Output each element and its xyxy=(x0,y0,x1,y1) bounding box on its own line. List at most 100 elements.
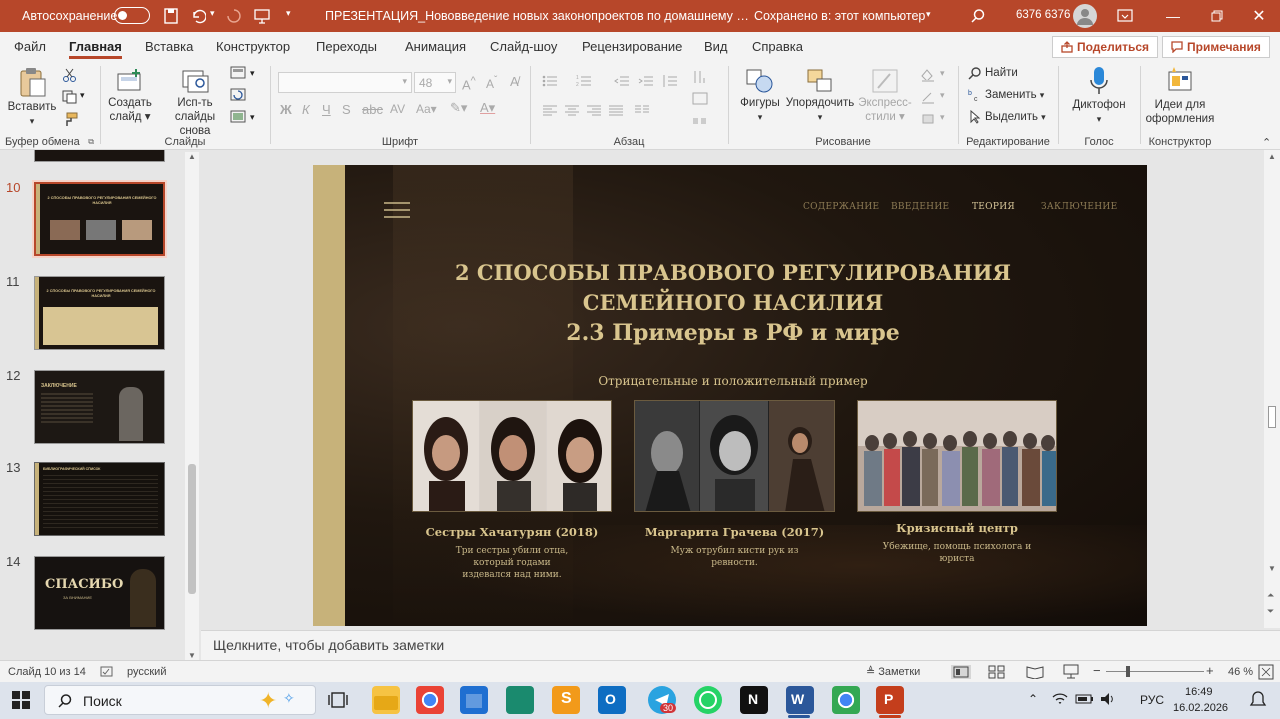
collapse-ribbon-icon[interactable]: ⌃ xyxy=(1262,136,1271,149)
previous-slide-icon[interactable]: ⏶ xyxy=(1267,590,1274,601)
decrease-indent-icon[interactable] xyxy=(614,74,630,88)
shape-outline-dropdown-icon[interactable]: ▾ xyxy=(940,90,945,101)
slide-nav-theory[interactable]: ТЕОРИЯ xyxy=(972,202,1015,212)
align-right-icon[interactable] xyxy=(586,104,602,118)
slide-nav-contents[interactable]: СОДЕРЖАНИЕ xyxy=(803,202,879,212)
editor-scrollbar[interactable]: ▲ ▼ ⏶ ⏷ xyxy=(1264,150,1280,628)
decrease-font-icon[interactable]: Aˇ xyxy=(486,75,497,91)
undo-dropdown-icon[interactable]: ▾ xyxy=(210,8,215,19)
slide-sorter-icon[interactable] xyxy=(988,665,1006,679)
language-indicator[interactable]: русский xyxy=(127,666,166,678)
clipboard-launcher-icon[interactable]: ⧉ xyxy=(88,137,94,147)
chrome-profile-icon[interactable] xyxy=(832,686,860,714)
thumbnail-slide-14[interactable]: СПАСИБО ЗА ВНИМАНИЕ xyxy=(34,556,165,630)
search-icon[interactable] xyxy=(970,8,986,24)
maximize-icon[interactable] xyxy=(1196,0,1238,32)
shadow-icon[interactable]: S xyxy=(342,102,351,117)
underline-icon[interactable]: Ч xyxy=(322,102,331,117)
battery-icon[interactable] xyxy=(1075,692,1095,706)
replace-button[interactable]: bc Заменить ▾ xyxy=(968,88,1044,102)
align-center-icon[interactable] xyxy=(564,104,580,118)
scroll-down-icon[interactable]: ▼ xyxy=(1268,564,1276,573)
outlook-icon[interactable]: O xyxy=(598,686,626,714)
volume-icon[interactable] xyxy=(1100,692,1116,706)
tab-home[interactable]: Главная xyxy=(69,39,122,59)
font-name-select[interactable]: ▾ xyxy=(278,72,412,93)
thumbnail-slide-13[interactable]: БИБЛИОГРАФИЧЕСКИЙ СПИСОК xyxy=(34,462,165,536)
tab-animations[interactable]: Анимация xyxy=(405,39,466,54)
task-view-icon[interactable] xyxy=(328,690,348,710)
zoom-in-icon[interactable]: + xyxy=(1206,663,1214,678)
font-color-icon[interactable]: A▾ xyxy=(480,100,495,116)
zoom-slider-thumb[interactable] xyxy=(1126,666,1130,677)
paste-button[interactable]: Вставить ▾ xyxy=(6,66,58,128)
layout-icon[interactable] xyxy=(230,66,246,80)
select-button[interactable]: Выделить ▾ xyxy=(968,110,1046,124)
comments-button[interactable]: Примечания xyxy=(1162,36,1270,58)
chrome-icon[interactable] xyxy=(416,686,444,714)
zoom-out-icon[interactable]: − xyxy=(1093,663,1101,678)
scroll-down-icon[interactable]: ▼ xyxy=(188,651,196,660)
smartart-icon[interactable] xyxy=(692,114,708,128)
copy-dropdown-icon[interactable]: ▾ xyxy=(80,90,85,101)
notion-icon[interactable]: N xyxy=(740,686,768,714)
user-name[interactable]: 6376 6376 xyxy=(1016,9,1070,21)
avatar[interactable] xyxy=(1073,4,1097,28)
next-slide-icon[interactable]: ⏷ xyxy=(1267,606,1274,617)
notes-toggle-button[interactable]: ≜ Заметки xyxy=(866,665,920,679)
thumbnail-9-partial[interactable] xyxy=(34,150,165,162)
slide-nav-intro[interactable]: ВВЕДЕНИЕ xyxy=(891,202,949,212)
tab-design[interactable]: Конструктор xyxy=(216,39,290,54)
reuse-slides-button[interactable]: Исп-ть слайды снова xyxy=(162,68,228,138)
tab-insert[interactable]: Вставка xyxy=(145,39,193,54)
align-text-icon[interactable] xyxy=(692,92,708,106)
autosave-toggle[interactable] xyxy=(114,7,150,24)
save-icon[interactable] xyxy=(164,8,178,24)
powerpoint-icon[interactable]: P xyxy=(876,686,904,714)
strikethrough-icon[interactable]: abc xyxy=(362,102,383,117)
arrange-button[interactable]: Упорядочить ▾ xyxy=(784,68,856,124)
qat-customize-icon[interactable]: ▾ xyxy=(286,8,291,19)
italic-icon[interactable]: К xyxy=(302,102,310,117)
clear-format-icon[interactable]: A̸ xyxy=(510,74,519,89)
zoom-slider[interactable] xyxy=(1106,671,1204,672)
clock-date[interactable]: 16.02.2026 xyxy=(1173,702,1228,714)
highlight-icon[interactable]: ✎▾ xyxy=(450,100,467,116)
font-size-select[interactable]: 48 ▾ xyxy=(414,72,456,93)
thumbnails-scrollbar[interactable]: ▲ ▼ xyxy=(185,152,199,660)
windows-start-icon[interactable] xyxy=(12,691,30,709)
increase-font-icon[interactable]: A^ xyxy=(462,75,476,92)
undo-icon[interactable] xyxy=(190,8,206,24)
thumbnail-slide-10[interactable]: 2 СПОСОБЫ ПРАВОВОГО РЕГУЛИРОВАНИЯ СЕМЕЙН… xyxy=(32,180,167,258)
file-explorer-icon[interactable] xyxy=(372,686,400,714)
scrollbar-thumb[interactable] xyxy=(188,464,196,594)
numbering-icon[interactable]: 12 xyxy=(576,74,592,88)
scroll-up-icon[interactable]: ▲ xyxy=(1268,152,1276,161)
char-spacing-icon[interactable]: AV xyxy=(390,102,405,116)
shape-effects-icon[interactable] xyxy=(920,112,936,126)
present-icon[interactable] xyxy=(254,8,270,24)
dictate-button[interactable]: Диктофон ▾ xyxy=(1066,66,1132,126)
thumbnail-slide-12[interactable]: ЗАКЛЮЧЕНИЕ xyxy=(34,370,165,444)
format-painter-icon[interactable] xyxy=(62,112,78,126)
ribbon-display-icon[interactable] xyxy=(1117,9,1133,23)
notifications-icon[interactable] xyxy=(1248,690,1268,710)
tab-transitions[interactable]: Переходы xyxy=(316,39,377,54)
quick-styles-button[interactable]: Экспресс- стили ▾ xyxy=(854,68,916,124)
zoom-level[interactable]: 46 % xyxy=(1228,666,1253,678)
shape-outline-icon[interactable] xyxy=(920,90,936,104)
share-button[interactable]: Поделиться xyxy=(1052,36,1159,58)
shape-fill-dropdown-icon[interactable]: ▾ xyxy=(940,68,945,79)
redo-icon[interactable] xyxy=(226,8,242,24)
tab-view[interactable]: Вид xyxy=(704,39,728,54)
slide-nav-conclusion[interactable]: ЗАКЛЮЧЕНИЕ xyxy=(1041,202,1117,212)
tab-review[interactable]: Рецензирование xyxy=(582,39,682,54)
clock-time[interactable]: 16:49 xyxy=(1185,686,1213,698)
current-slide[interactable]: СОДЕРЖАНИЕ ВВЕДЕНИЕ ТЕОРИЯ ЗАКЛЮЧЕНИЕ 2 … xyxy=(313,165,1147,626)
columns-icon[interactable] xyxy=(634,104,650,118)
new-slide-button[interactable]: Создать слайд ▾ xyxy=(106,68,154,124)
line-spacing-icon[interactable] xyxy=(662,74,678,88)
design-ideas-button[interactable]: Идеи для оформления xyxy=(1142,66,1218,126)
minimize-icon[interactable]: — xyxy=(1150,0,1196,32)
text-direction-icon[interactable] xyxy=(692,70,708,84)
